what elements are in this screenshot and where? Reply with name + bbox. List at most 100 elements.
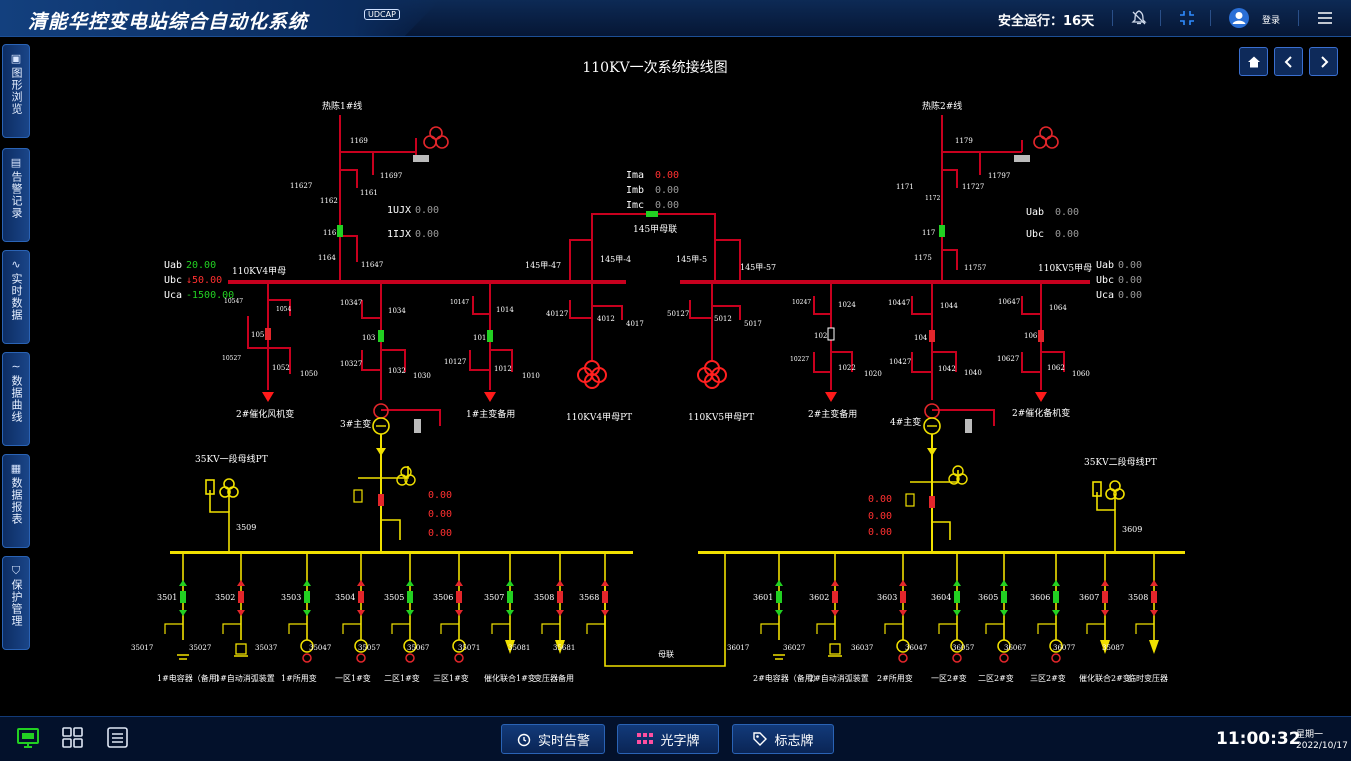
breaker-102[interactable] — [827, 327, 835, 341]
meas-value: 0.00 — [1118, 275, 1142, 286]
device-id: 1161 — [360, 189, 378, 197]
breaker-3mt-lv[interactable] — [378, 494, 384, 506]
device-id: 10547 — [224, 298, 243, 305]
arrester-icon — [413, 155, 429, 162]
breaker-3502[interactable] — [238, 591, 244, 603]
top-bar: 清能华控变电站综合自动化系统 UDCAP 安全运行：16天 登录 — [0, 0, 1351, 37]
feeder-label: 2#自动消弧装置 — [809, 673, 869, 683]
device-id: 36067 — [1004, 644, 1026, 652]
breaker-3501[interactable] — [180, 591, 186, 603]
avatar-icon[interactable] — [1228, 7, 1250, 29]
breaker-3603[interactable] — [900, 591, 906, 603]
device-id: 3508 — [534, 593, 554, 602]
login-link[interactable]: 登录 — [1262, 13, 1280, 26]
device-id: 1172 — [925, 195, 940, 202]
fullscreen-exit-icon[interactable] — [1178, 9, 1196, 27]
breaker-116[interactable] — [337, 225, 343, 237]
bus-tie-145 — [569, 213, 741, 280]
bell-icon[interactable] — [1130, 9, 1148, 27]
sidebar-item-data-curve[interactable]: ∼ 数据曲线 — [2, 352, 30, 446]
breaker-3503[interactable] — [304, 591, 310, 603]
feeder-101: 10147 1014 101 10127 1012 1010 1#主变备用 — [444, 284, 540, 420]
meas-value: 20.00 — [186, 260, 216, 271]
single-line-diagram: 110KV一次系统接线图 110KV4甲母 110KV5甲母 Uab 20.00… — [131, 59, 1185, 683]
device-id: 1034 — [388, 307, 406, 315]
breaker-3602[interactable] — [832, 591, 838, 603]
breaker-3508[interactable] — [1151, 591, 1157, 603]
sidebar-item-graph-browse[interactable]: ▣ 图形浏览 — [2, 44, 30, 138]
grid-icon[interactable] — [61, 727, 85, 749]
bus-110kv5 — [680, 280, 1090, 284]
feeder-label: 1#自动消弧装置 — [215, 673, 275, 683]
sidebar-item-protection-mgmt[interactable]: ⛉ 保护管理 — [2, 556, 30, 650]
bus5-label: 110KV5甲母 — [1038, 263, 1092, 274]
breaker-3568[interactable] — [602, 591, 608, 603]
breaker-3505[interactable] — [407, 591, 413, 603]
breaker-104[interactable] — [929, 330, 935, 342]
breaker-105[interactable] — [265, 328, 271, 340]
device-id: 3501 — [157, 593, 177, 602]
main-transformer-4: 4#主变 0.00 0.00 0.00 — [868, 403, 972, 552]
device-id: 105 — [251, 331, 264, 339]
breaker-4mt-lv[interactable] — [929, 496, 935, 508]
device-id: 3509 — [236, 523, 256, 532]
breaker-3606[interactable] — [1053, 591, 1059, 603]
sidebar-item-alarm-record[interactable]: ▤ 告警记录 — [2, 148, 30, 242]
diagram-title: 110KV一次系统接线图 — [582, 59, 727, 76]
monitor-icon[interactable] — [16, 727, 40, 749]
feeder-label: 1#主变备用 — [466, 408, 515, 420]
meas-value: 0.00 — [1055, 207, 1079, 218]
device-id: 1030 — [413, 372, 431, 380]
bus4-voltages: Uab 20.00 Ubc ↓50.00 Uca -1500.00 — [164, 260, 234, 301]
breaker-3507[interactable] — [507, 591, 513, 603]
divider — [1160, 10, 1161, 26]
clock-date: 2022/10/17 — [1296, 741, 1348, 751]
device-id: 1164 — [318, 254, 336, 262]
sidebar-item-label: 实时数据 — [10, 273, 23, 321]
device-id: 1042 — [938, 365, 956, 373]
breaker-3607[interactable] — [1102, 591, 1108, 603]
device-id: 116 — [323, 229, 337, 237]
breaker-3604[interactable] — [954, 591, 960, 603]
feeder-label: 临时变压器 — [1128, 673, 1168, 683]
light-board-button[interactable]: 光字牌 — [617, 724, 719, 754]
breaker-117[interactable] — [939, 225, 945, 237]
device-id: 36017 — [727, 644, 749, 652]
breaker-106[interactable] — [1038, 330, 1044, 342]
feeder-label: 二区2#变 — [978, 673, 1014, 683]
sidebar-item-realtime-data[interactable]: ∿ 实时数据 — [2, 250, 30, 344]
breaker-145[interactable] — [646, 211, 658, 217]
device-id: 103 — [362, 334, 375, 342]
device-id: 5017 — [744, 320, 762, 328]
feeder-3607: 3607 36077 催化联合2#变 — [1053, 554, 1131, 683]
breaker-103[interactable] — [378, 330, 384, 342]
breaker-3605[interactable] — [1001, 591, 1007, 603]
meas-value: 0.00 — [1118, 290, 1142, 301]
meas-value: 0.00 — [868, 527, 892, 538]
pt35-1-label: 35KV一段母线PT — [195, 453, 268, 465]
realtime-alarm-button[interactable]: 实时告警 — [501, 724, 605, 754]
pt-symbol — [423, 126, 449, 149]
feeder-label: 1#所用变 — [281, 673, 317, 683]
device-id: 10247 — [792, 299, 811, 306]
device-id: 3505 — [384, 593, 404, 602]
device-id: 1044 — [940, 302, 958, 310]
diagram-icon: ▣ — [10, 52, 22, 65]
device-id: 102 — [814, 332, 827, 340]
device-id: 1052 — [272, 364, 290, 372]
breaker-3504[interactable] — [358, 591, 364, 603]
breaker-3601[interactable] — [776, 591, 782, 603]
line2-label: 热陈2#线 — [922, 100, 962, 112]
tag-board-button[interactable]: 标志牌 — [732, 724, 834, 754]
feeder-3604: 3604 36047 一区2#变 — [905, 554, 967, 683]
breaker-3508[interactable] — [557, 591, 563, 603]
meas-label: Ubc — [1096, 275, 1114, 286]
sidebar-item-data-report[interactable]: ▦ 数据报表 — [2, 454, 30, 548]
breaker-101[interactable] — [487, 330, 493, 342]
breaker-3506[interactable] — [456, 591, 462, 603]
list-icon[interactable] — [106, 727, 130, 749]
menu-icon[interactable] — [1316, 9, 1334, 27]
device-id: 35071 — [458, 644, 480, 652]
feeder-3508: 3508 35087 临时变压器 — [1102, 554, 1168, 683]
device-id: 11757 — [964, 264, 986, 272]
